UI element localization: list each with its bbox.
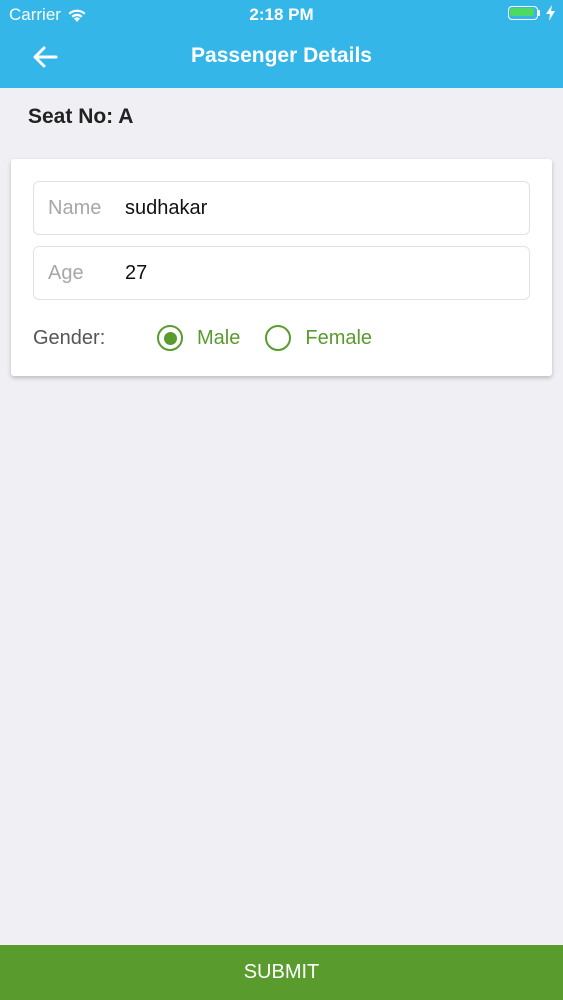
battery-icon: [508, 6, 542, 22]
battery-level: [510, 8, 534, 16]
name-field-label: Name: [48, 196, 102, 219]
passenger-form-card: Name sudhakar Age 27 Gender: Male Female: [11, 159, 552, 376]
name-field[interactable]: Name sudhakar: [33, 181, 530, 235]
gender-option-label: Male: [197, 326, 241, 349]
page-title: Passenger Details: [191, 44, 372, 67]
submit-button[interactable]: SUBMIT: [0, 945, 563, 1000]
radio-unselected-icon: [265, 325, 292, 351]
gender-label: Gender:: [33, 326, 106, 349]
gender-option-female[interactable]: Female: [265, 325, 372, 351]
app-header: Carrier 2:18 PM Passenger Details: [0, 0, 563, 88]
status-bar: Carrier 2:18 PM: [0, 0, 563, 30]
gender-option-male[interactable]: Male: [157, 325, 240, 351]
name-field-value: sudhakar: [125, 196, 208, 219]
gender-selector: Gender: Male Female: [33, 321, 530, 355]
clock: 2:18 PM: [249, 5, 314, 24]
gender-option-label: Female: [305, 326, 373, 349]
age-field[interactable]: Age 27: [33, 246, 530, 300]
charging-bolt-icon: [546, 5, 555, 21]
radio-selected-icon: [157, 325, 183, 351]
seat-number-label: Seat No: A: [28, 105, 134, 128]
age-field-value: 27: [125, 261, 148, 284]
age-field-label: Age: [48, 261, 84, 284]
